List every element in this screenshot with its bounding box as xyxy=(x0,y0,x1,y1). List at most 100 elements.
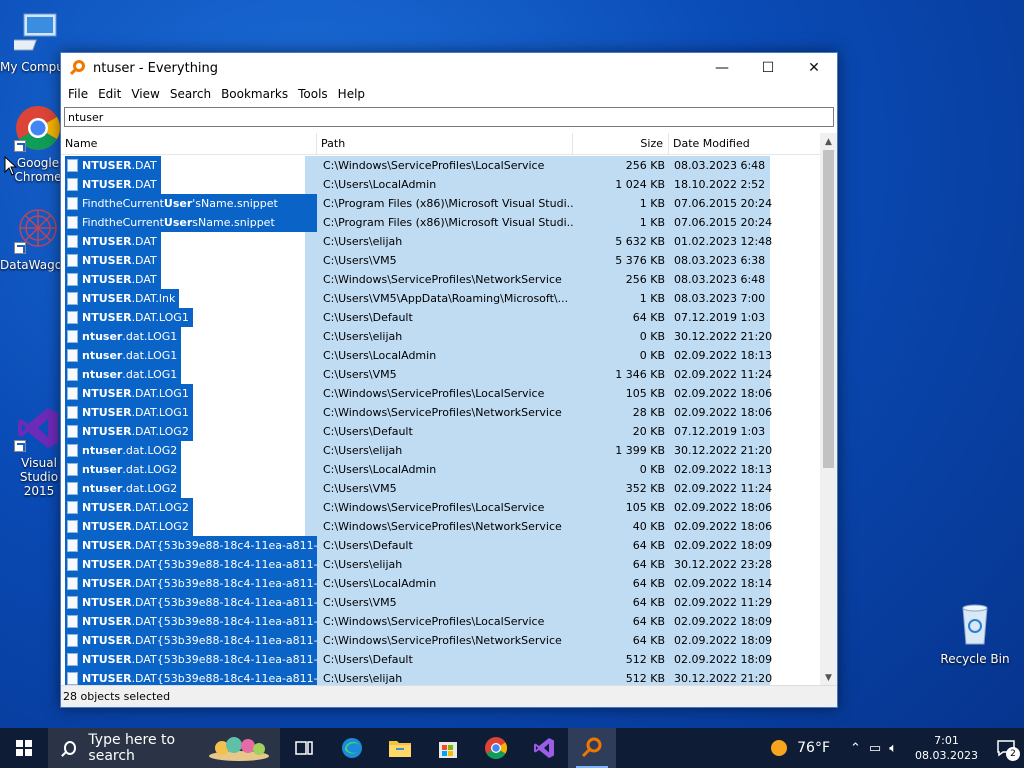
minimize-button[interactable]: — xyxy=(699,53,745,83)
table-row[interactable]: NTUSER .DAT{53b39e88-18c4-11ea-a811-0... C… xyxy=(61,669,823,686)
table-row[interactable]: FindtheCurrent User'sName.snippet C:\Progr… xyxy=(61,194,823,213)
taskbar-store[interactable] xyxy=(424,728,472,768)
cell-name: NTUSER .DAT{53b39e88-18c4-11ea-a811-0... xyxy=(65,650,317,669)
cell-size: 0 KB xyxy=(639,349,665,362)
scroll-up-icon[interactable]: ▲ xyxy=(820,133,837,150)
menu-view[interactable]: View xyxy=(126,87,164,101)
vertical-scrollbar[interactable]: ▲ ▼ xyxy=(820,133,837,686)
column-header-date-modified[interactable]: Date Modified xyxy=(669,133,819,155)
taskbar-chrome[interactable] xyxy=(472,728,520,768)
taskbar-file-explorer[interactable] xyxy=(376,728,424,768)
file-icon xyxy=(67,349,78,362)
menu-tools[interactable]: Tools xyxy=(293,87,333,101)
menu-help[interactable]: Help xyxy=(333,87,370,101)
task-view-button[interactable] xyxy=(280,728,328,768)
table-row[interactable]: NTUSER .DAT{53b39e88-18c4-11ea-a811-0... C… xyxy=(61,555,823,574)
column-header-path[interactable]: Path xyxy=(317,133,573,155)
name-suffix: .DAT.LOG2 xyxy=(131,501,189,514)
weather-widget[interactable]: 76°F xyxy=(771,740,830,756)
cell-date: 02.09.2022 18:13 xyxy=(674,349,773,362)
file-icon xyxy=(67,539,78,552)
table-row[interactable]: ntuser .dat.LOG2 C:\Users\elijah 1 399 KB 30… xyxy=(61,441,823,460)
cell-date: 02.09.2022 11:24 xyxy=(674,482,773,495)
table-row[interactable]: NTUSER .DAT.LOG1 C:\Users\Default 64 KB 07.1… xyxy=(61,308,823,327)
menu-bookmarks[interactable]: Bookmarks xyxy=(216,87,293,101)
name-match: ntuser xyxy=(82,482,123,495)
shortcut-arrow-icon xyxy=(14,242,26,254)
cell-size: 64 KB xyxy=(632,558,665,571)
cell-name: ntuser .dat.LOG2 xyxy=(65,479,182,498)
table-row[interactable]: NTUSER .DAT{53b39e88-18c4-11ea-a811-0... C… xyxy=(61,631,823,650)
cell-name: ntuser .dat.LOG2 xyxy=(65,460,182,479)
table-row[interactable]: ntuser .dat.LOG1 C:\Users\LocalAdmin 0 KB 02… xyxy=(61,346,823,365)
clock[interactable]: 7:01 08.03.2023 xyxy=(915,733,978,763)
status-text: 28 objects selected xyxy=(63,690,171,703)
name-suffix: .DAT xyxy=(131,178,157,191)
table-row[interactable]: NTUSER .DAT{53b39e88-18c4-11ea-a811-0... C… xyxy=(61,650,823,669)
table-row[interactable]: NTUSER .DAT{53b39e88-18c4-11ea-a811-0... C… xyxy=(61,574,823,593)
table-row[interactable]: NTUSER .DAT.LOG1 C:\Windows\ServiceProfile… xyxy=(61,403,823,422)
search-icon xyxy=(64,741,77,755)
table-row[interactable]: NTUSER .DAT.lnk C:\Users\VM5\AppData\Roami… xyxy=(61,289,823,308)
table-row[interactable]: ntuser .dat.LOG2 C:\Users\VM5 352 KB 02.09.2… xyxy=(61,479,823,498)
chevron-up-icon[interactable]: ⌃ xyxy=(850,741,861,756)
table-row[interactable]: NTUSER .DAT C:\Windows\ServiceProfiles\Net… xyxy=(61,270,823,289)
table-row[interactable]: FindtheCurrent User sName.snippet C:\Progra… xyxy=(61,213,823,232)
taskbar-visual-studio[interactable] xyxy=(520,728,568,768)
taskbar-everything[interactable] xyxy=(568,728,616,768)
maximize-button[interactable]: ☐ xyxy=(745,53,791,83)
taskbar-edge[interactable] xyxy=(328,728,376,768)
cell-path: C:\Windows\ServiceProfiles\NetworkServic… xyxy=(323,406,562,419)
table-row[interactable]: NTUSER .DAT{53b39e88-18c4-11ea-a811-0... C… xyxy=(61,612,823,631)
volume-icon[interactable]: 🔈︎ xyxy=(889,741,897,756)
table-row[interactable]: NTUSER .DAT.LOG2 C:\Windows\ServiceProfile… xyxy=(61,517,823,536)
cell-name: NTUSER .DAT{53b39e88-18c4-11ea-a811-0... xyxy=(65,536,317,555)
table-row[interactable]: NTUSER .DAT{53b39e88-18c4-11ea-a811-0... C… xyxy=(61,536,823,555)
cell-date: 02.09.2022 18:06 xyxy=(674,520,773,533)
notification-center-button[interactable]: 2 xyxy=(988,728,1024,768)
table-row[interactable]: ntuser .dat.LOG1 C:\Users\VM5 1 346 KB 02.09… xyxy=(61,365,823,384)
table-row[interactable]: NTUSER .DAT C:\Users\LocalAdmin 1 024 KB 18.… xyxy=(61,175,823,194)
sun-icon xyxy=(771,740,788,756)
network-icon[interactable]: ▭ xyxy=(869,741,881,756)
name-match: NTUSER xyxy=(82,520,132,533)
table-row[interactable]: ntuser .dat.LOG2 C:\Users\LocalAdmin 0 KB 02… xyxy=(61,460,823,479)
menu-search[interactable]: Search xyxy=(165,87,216,101)
menu-edit[interactable]: Edit xyxy=(93,87,126,101)
cell-path: C:\Users\VM5 xyxy=(323,482,397,495)
search-input[interactable] xyxy=(65,108,833,126)
start-button[interactable] xyxy=(0,728,48,768)
cell-size: 20 KB xyxy=(632,425,665,438)
scroll-down-icon[interactable]: ▼ xyxy=(820,669,837,686)
cell-name: NTUSER .DAT xyxy=(65,175,161,194)
cell-size: 1 024 KB xyxy=(615,178,665,191)
column-header-name[interactable]: Name xyxy=(61,133,317,155)
cell-size: 1 KB xyxy=(639,216,665,229)
cell-size: 40 KB xyxy=(632,520,665,533)
cell-path: C:\Windows\ServiceProfiles\NetworkServic… xyxy=(323,273,562,286)
desktop-icon-recycle-bin[interactable]: Recycle Bin xyxy=(936,600,1014,666)
table-row[interactable]: NTUSER .DAT.LOG1 C:\Windows\ServiceProfile… xyxy=(61,384,823,403)
scroll-thumb[interactable] xyxy=(823,150,834,468)
cell-path: C:\Users\elijah xyxy=(323,330,403,343)
visual-studio-icon xyxy=(14,404,62,452)
taskbar-search[interactable]: Type here to search xyxy=(48,728,280,768)
desktop-icon-label: DataWagon xyxy=(0,258,60,272)
cell-path: C:\Program Files (x86)\Microsoft Visual … xyxy=(323,216,573,229)
table-row[interactable]: NTUSER .DAT C:\Users\elijah 5 632 KB 01.02.2… xyxy=(61,232,823,251)
menu-file[interactable]: File xyxy=(63,87,93,101)
cell-size: 5 376 KB xyxy=(615,254,665,267)
table-row[interactable]: ntuser .dat.LOG1 C:\Users\elijah 0 KB 30.12.… xyxy=(61,327,823,346)
table-row[interactable]: NTUSER .DAT C:\Users\VM5 5 376 KB 08.03.2023… xyxy=(61,251,823,270)
name-suffix: .dat.LOG2 xyxy=(122,463,178,476)
table-row[interactable]: NTUSER .DAT.LOG2 C:\Windows\ServiceProfile… xyxy=(61,498,823,517)
column-header-size[interactable]: Size xyxy=(573,133,669,155)
close-button[interactable]: ✕ xyxy=(791,53,837,83)
cell-size: 352 KB xyxy=(625,482,665,495)
cell-name: NTUSER .DAT.lnk xyxy=(65,289,180,308)
cell-path: C:\Users\Default xyxy=(323,425,413,438)
table-row[interactable]: NTUSER .DAT.LOG2 C:\Users\Default 20 KB 07.1… xyxy=(61,422,823,441)
table-row[interactable]: NTUSER .DAT C:\Windows\ServiceProfiles\Loc… xyxy=(61,156,823,175)
table-row[interactable]: NTUSER .DAT{53b39e88-18c4-11ea-a811-0... C… xyxy=(61,593,823,612)
title-bar[interactable]: ntuser - Everything — ☐ ✕ xyxy=(61,53,837,83)
